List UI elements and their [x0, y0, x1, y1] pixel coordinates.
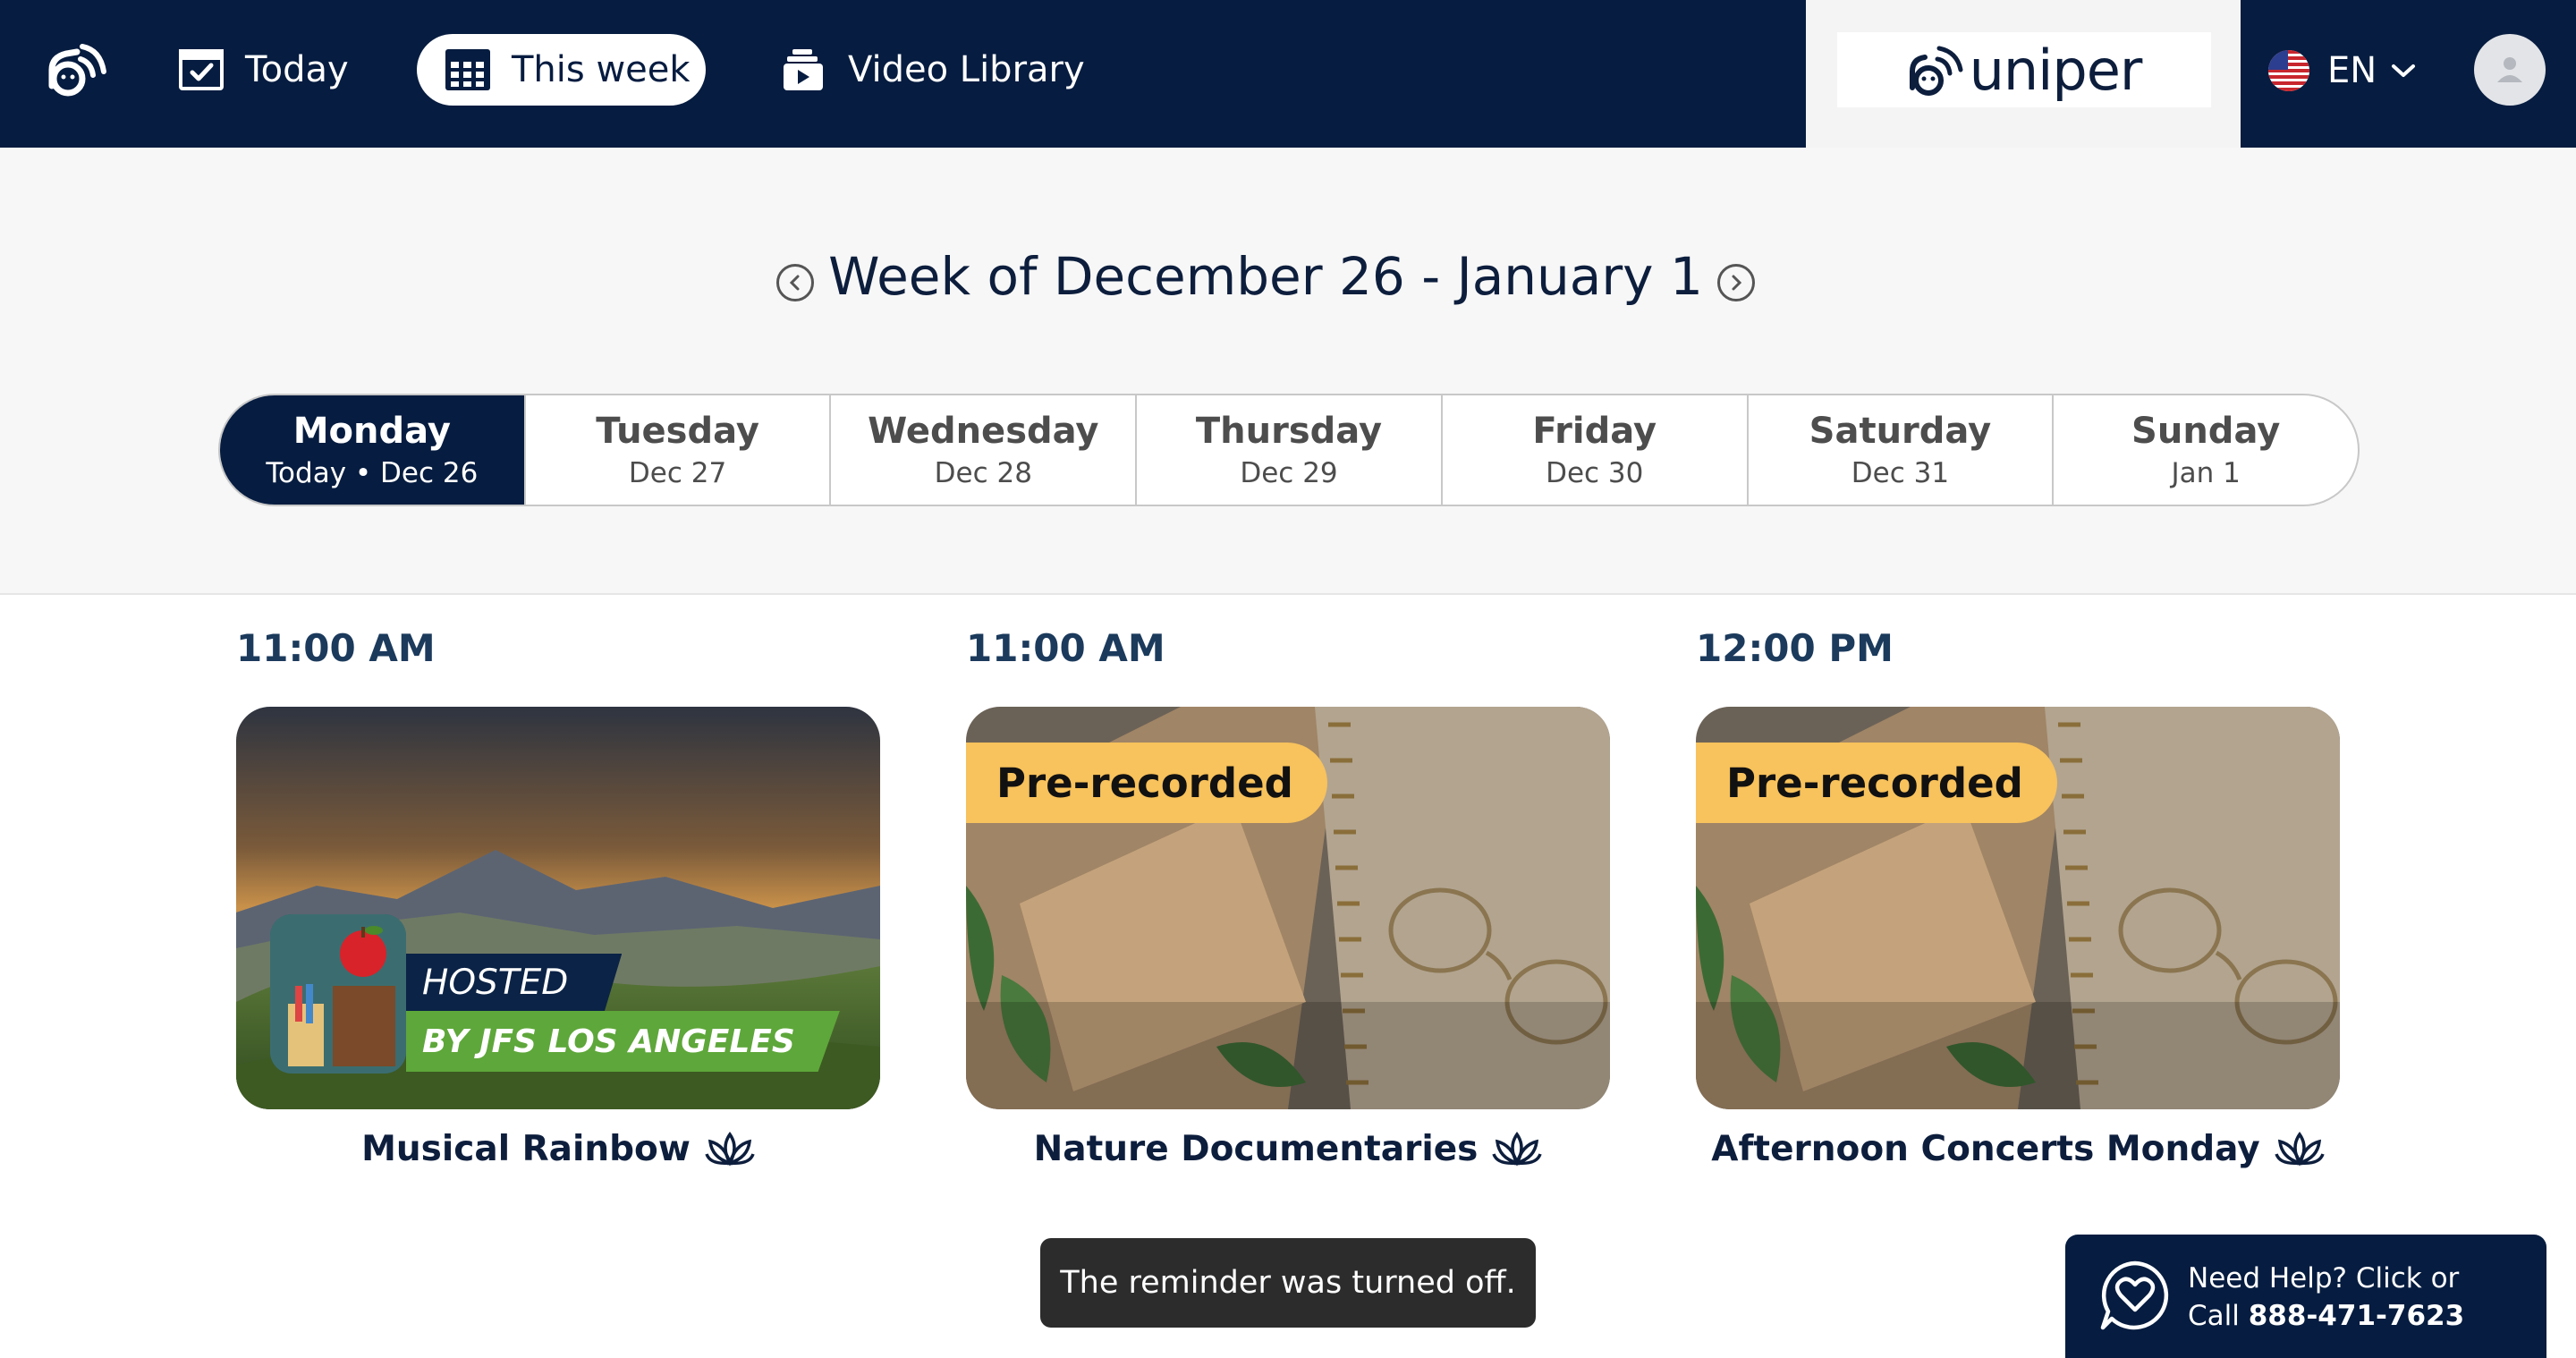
help-phone-number[interactable]: 888-471-7623 — [2249, 1300, 2464, 1332]
nav-today-label: Today — [245, 49, 349, 90]
nav-this-week-label: This week — [512, 49, 691, 90]
uniper-home-icon[interactable] — [45, 32, 107, 104]
us-flag-icon — [2268, 50, 2309, 91]
brand-logo[interactable]: uniper — [1837, 32, 2211, 107]
event-title[interactable]: Nature Documentaries — [966, 1129, 1610, 1169]
event-card-afternoon-concerts: 12:00 PM Pre-recorded Afternoon Concerts… — [1696, 626, 2340, 1169]
user-icon — [2497, 57, 2522, 82]
day-date: Dec 30 — [1546, 457, 1644, 489]
lotus-icon — [1492, 1131, 1543, 1168]
top-navigation-bar: Today This week Video Library uniper EN — [0, 0, 2576, 148]
hosted-by-label: BY JFS LOS ANGELES — [406, 1011, 840, 1072]
event-thumbnail[interactable]: HOSTED BY JFS LOS ANGELES — [236, 707, 880, 1109]
event-time: 12:00 PM — [1696, 626, 1894, 670]
help-text: Need Help? Click or Call 888-471-7623 — [2188, 1260, 2464, 1335]
day-tab-sunday[interactable]: Sunday Jan 1 — [2052, 395, 2358, 505]
day-name: Thursday — [1195, 411, 1383, 452]
week-header: Week of December 26 - January 1 Monday T… — [0, 148, 2576, 595]
pre-recorded-badge: Pre-recorded — [1696, 743, 2057, 823]
help-line-2: Call 888-471-7623 — [2188, 1297, 2464, 1335]
chevron-right-icon — [1732, 275, 1742, 291]
day-name: Monday — [292, 411, 451, 452]
hosted-label: HOSTED — [406, 954, 623, 1011]
user-avatar[interactable] — [2474, 34, 2546, 106]
nav-this-week[interactable]: This week — [417, 34, 706, 106]
day-date: Dec 27 — [628, 457, 727, 489]
help-widget[interactable]: Need Help? Click or Call 888-471-7623 — [2065, 1235, 2546, 1358]
help-call-prefix: Call — [2188, 1300, 2249, 1332]
day-tab-wednesday[interactable]: Wednesday Dec 28 — [829, 395, 1135, 505]
event-title[interactable]: Musical Rainbow — [236, 1129, 880, 1169]
day-date: Today • Dec 26 — [266, 457, 479, 489]
event-title-text: Afternoon Concerts Monday — [1711, 1129, 2260, 1169]
heart-chat-icon — [2097, 1258, 2173, 1333]
language-selector[interactable]: EN — [2268, 43, 2416, 98]
calendar-check-icon — [177, 46, 225, 94]
nav-video-library[interactable]: Video Library — [780, 34, 1085, 106]
video-library-icon — [780, 46, 828, 94]
uniper-logo-icon — [1909, 46, 1963, 96]
day-date: Jan 1 — [2171, 457, 2241, 489]
lotus-icon — [2275, 1131, 2325, 1168]
day-tab-saturday[interactable]: Saturday Dec 31 — [1746, 395, 2053, 505]
event-card-nature-documentaries: 11:00 AM Pre-recorded Nature Documentari… — [966, 626, 1610, 1169]
day-name: Tuesday — [596, 411, 759, 452]
day-name: Wednesday — [868, 411, 1099, 452]
apple-books-icon — [270, 914, 406, 1074]
day-name: Sunday — [2131, 411, 2281, 452]
calendar-grid-icon — [444, 46, 492, 94]
event-thumbnail[interactable]: Pre-recorded — [966, 707, 1610, 1109]
event-time: 11:00 AM — [236, 626, 436, 670]
next-week-button[interactable] — [1717, 264, 1755, 301]
brand-name: uniper — [1969, 37, 2143, 103]
week-title: Week of December 26 - January 1 — [828, 246, 1703, 307]
day-date: Dec 31 — [1851, 457, 1950, 489]
chevron-down-icon — [2391, 62, 2416, 80]
event-thumbnail[interactable]: Pre-recorded — [1696, 707, 2340, 1109]
day-name: Friday — [1532, 411, 1657, 452]
day-tab-friday[interactable]: Friday Dec 30 — [1440, 395, 1747, 505]
event-time: 11:00 AM — [966, 626, 1165, 670]
nav-video-library-label: Video Library — [848, 49, 1085, 90]
day-name: Saturday — [1809, 411, 1992, 452]
day-date: Dec 29 — [1240, 457, 1338, 489]
language-code: EN — [2327, 50, 2377, 91]
nav-today[interactable]: Today — [177, 34, 349, 106]
day-date: Dec 28 — [934, 457, 1032, 489]
day-selector: Monday Today • Dec 26 Tuesday Dec 27 Wed… — [218, 394, 2360, 506]
pre-recorded-badge: Pre-recorded — [966, 743, 1327, 823]
event-title-text: Musical Rainbow — [361, 1129, 691, 1169]
lotus-icon — [705, 1131, 755, 1168]
brand-logo-area: uniper — [1806, 0, 2241, 148]
event-title-text: Nature Documentaries — [1033, 1129, 1479, 1169]
host-thumbnail — [270, 914, 406, 1074]
day-tab-thursday[interactable]: Thursday Dec 29 — [1135, 395, 1441, 505]
reminder-toast: The reminder was turned off. — [1040, 1238, 1536, 1328]
day-tab-tuesday[interactable]: Tuesday Dec 27 — [523, 395, 830, 505]
event-title[interactable]: Afternoon Concerts Monday — [1696, 1129, 2340, 1169]
day-tab-monday[interactable]: Monday Today • Dec 26 — [220, 395, 524, 505]
event-card-musical-rainbow: 11:00 AM HOSTED BY JFS LOS ANGELES Music… — [236, 626, 880, 1169]
help-line-1: Need Help? Click or — [2188, 1262, 2460, 1294]
